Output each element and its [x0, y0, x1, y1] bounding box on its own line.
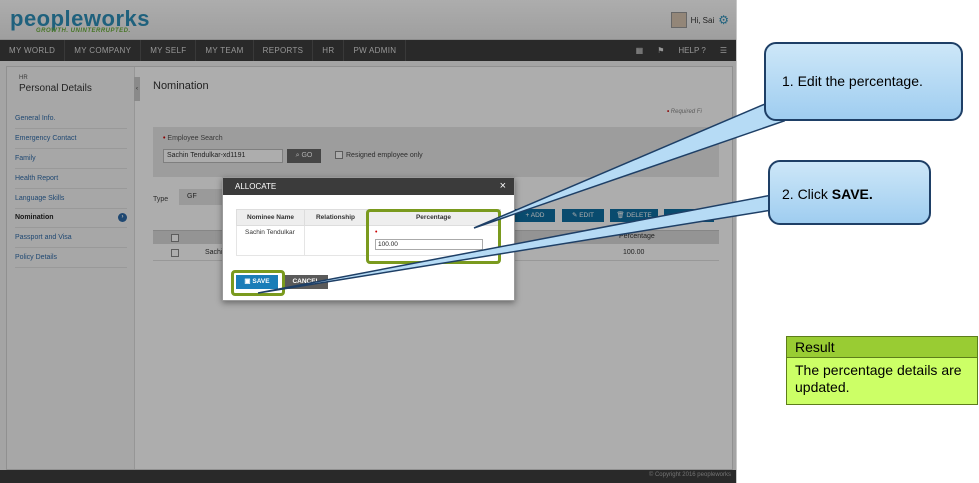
percentage-highlight	[366, 209, 501, 264]
result-heading: Result	[786, 336, 978, 358]
callout-step-2: 2. Click SAVE.	[768, 160, 931, 225]
close-icon[interactable]: ×	[500, 180, 506, 192]
save-highlight	[231, 270, 285, 296]
col-nominee-name: Nominee Name	[236, 209, 305, 226]
app-screenshot: peopleworks GROWTH. UNINTERRUPTED. Hi, S…	[0, 0, 737, 483]
col-relationship: Relationship	[304, 209, 367, 226]
callout-step-1: 1. Edit the percentage.	[764, 42, 963, 121]
callout-step-2-text: 2. Click	[782, 186, 832, 202]
dialog-title: ALLOCATE	[235, 182, 277, 191]
callout-step-2-bold: SAVE.	[831, 186, 873, 202]
cancel-button[interactable]: CANCEL	[284, 275, 328, 289]
relationship-cell	[304, 225, 367, 256]
result-text: The percentage details are updated.	[786, 358, 978, 405]
dialog-header: ALLOCATE ×	[223, 178, 514, 195]
nominee-name-cell: Sachin Tendulkar	[236, 225, 305, 256]
